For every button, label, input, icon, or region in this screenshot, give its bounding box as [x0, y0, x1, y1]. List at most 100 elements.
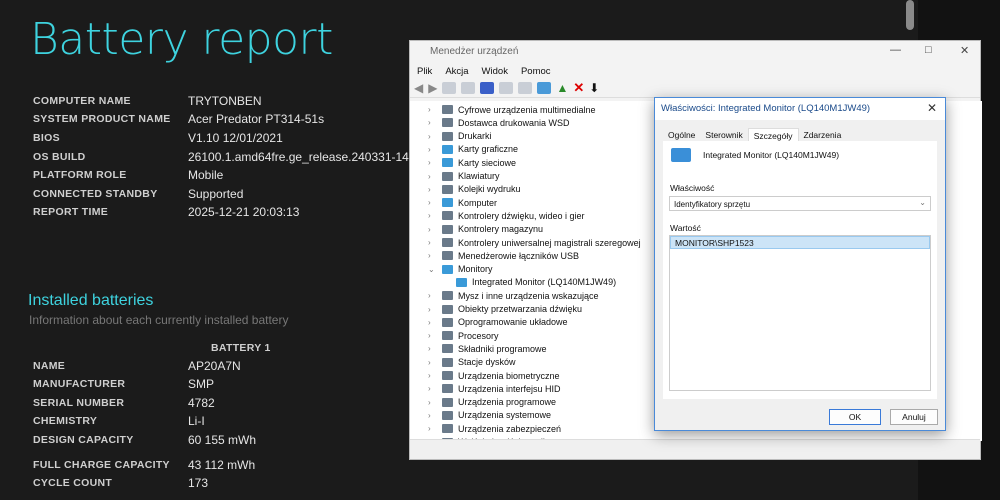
device-category-icon [442, 264, 453, 274]
tree-item[interactable]: › Kontrolery magazynu [410, 223, 543, 236]
field-label: BIOS [33, 132, 60, 144]
tree-item[interactable]: › Oprogramowanie układowe [410, 316, 568, 329]
scan-hardware-icon[interactable] [537, 82, 552, 94]
back-icon[interactable]: ◀ [414, 81, 423, 95]
chevron-right-icon[interactable]: › [428, 291, 438, 300]
tree-item-label: Urządzenia systemowe [458, 410, 552, 421]
chevron-right-icon[interactable]: › [428, 411, 438, 420]
tree-item[interactable]: Integrated Monitor (LQ140M1JW49) [410, 276, 616, 289]
chevron-right-icon[interactable]: › [428, 198, 438, 207]
menu-widok[interactable]: Widok [482, 66, 508, 77]
tree-item-label: Oprogramowanie układowe [458, 317, 568, 328]
tree-item-label: Integrated Monitor (LQ140M1JW49) [472, 277, 617, 288]
add-device-icon[interactable]: ▲ [556, 81, 568, 95]
page-scrollbar[interactable] [906, 0, 914, 30]
chevron-right-icon[interactable]: › [428, 384, 438, 393]
field-label: CYCLE COUNT [33, 477, 113, 489]
tree-item[interactable]: ⌄ Monitory [410, 263, 493, 276]
help-icon[interactable] [480, 82, 495, 94]
device-category-icon [442, 158, 453, 168]
disable-icon[interactable]: ⬇ [589, 81, 599, 95]
toolbar: ◀ ▶ ▲ ✕ ⬇ [410, 79, 980, 98]
minimize-button[interactable]: — [890, 44, 901, 56]
menu-plik[interactable]: Plik [417, 66, 432, 77]
maximize-button[interactable]: □ [925, 44, 932, 56]
forward-icon[interactable]: ▶ [428, 81, 437, 95]
tree-item[interactable]: › Obiekty przetwarzania dźwięku [410, 303, 582, 316]
chevron-right-icon[interactable]: › [428, 371, 438, 380]
tree-item[interactable]: › Komputer [410, 196, 497, 209]
field-label: REPORT TIME [33, 206, 109, 218]
property-select[interactable]: Identyfikatory sprzętu ⌄ [669, 196, 931, 211]
value-list[interactable]: MONITOR\SHP1523 [669, 235, 931, 391]
chevron-right-icon[interactable]: › [428, 118, 438, 127]
dialog-close-button[interactable]: ✕ [927, 101, 937, 115]
tree-item[interactable]: › Kontrolery uniwersalnej magistrali szer… [410, 236, 641, 249]
update-driver-icon[interactable] [518, 82, 533, 94]
cancel-button[interactable]: Anuluj [890, 409, 938, 425]
tree-item[interactable]: › Urządzenia systemowe [410, 409, 551, 422]
tree-item[interactable]: › Procesory [410, 329, 499, 342]
property-label: Właściwość [670, 183, 715, 193]
properties-icon[interactable] [442, 82, 457, 94]
view-icon[interactable] [461, 82, 476, 94]
field-value: V1.10 12/01/2021 [188, 131, 283, 145]
field-value: 60 155 mWh [188, 433, 257, 447]
tree-item[interactable]: › Menedżerowie łączników USB [410, 249, 579, 262]
field-value: Supported [188, 187, 244, 201]
tree-item[interactable]: › Stacje dysków [410, 356, 516, 369]
field-label: SYSTEM PRODUCT NAME [33, 113, 171, 125]
chevron-right-icon[interactable]: › [428, 424, 438, 433]
device-category-icon [442, 105, 453, 114]
field-label: COMPUTER NAME [33, 95, 131, 107]
device-category-icon [442, 184, 453, 194]
uninstall-icon[interactable]: ✕ [573, 80, 584, 96]
chevron-right-icon[interactable]: › [428, 145, 438, 154]
chevron-right-icon[interactable]: › [428, 318, 438, 327]
tree-item[interactable]: › Karty graficzne [410, 143, 518, 156]
menu-pomoc[interactable]: Pomoc [521, 66, 551, 77]
tree-item[interactable]: › Składniki programowe [410, 342, 547, 355]
chevron-right-icon[interactable]: › [428, 331, 438, 340]
field-value: 2025-12-21 20:03:13 [188, 205, 300, 219]
view2-icon[interactable] [499, 82, 514, 94]
device-category-icon [442, 238, 453, 247]
device-category-icon [442, 371, 453, 380]
tree-item[interactable]: › Urządzenia biometryczne [410, 369, 560, 382]
tree-item[interactable]: › Kontrolery dźwięku, wideo i gier [410, 209, 585, 222]
chevron-right-icon[interactable]: › [428, 238, 438, 247]
chevron-right-icon[interactable]: › [428, 211, 438, 220]
chevron-right-icon[interactable]: › [428, 105, 438, 114]
close-button[interactable]: ✕ [960, 44, 969, 57]
chevron-right-icon[interactable]: › [428, 185, 438, 194]
tree-item[interactable]: › Urządzenia zabezpieczeń [410, 422, 561, 435]
device-category-icon [442, 304, 453, 314]
tree-item[interactable]: › Kolejki wydruku [410, 183, 521, 196]
tree-item[interactable]: › Drukarki [410, 130, 492, 143]
chevron-right-icon[interactable]: › [428, 132, 438, 141]
tree-item[interactable]: › Urządzenia interfejsu HID [410, 382, 561, 395]
tree-item[interactable]: › Karty sieciowe [410, 156, 516, 169]
chevron-right-icon[interactable]: › [428, 398, 438, 407]
device-category-icon [442, 317, 453, 327]
device-category-icon [442, 198, 453, 208]
tree-item[interactable]: › Klawiatury [410, 170, 500, 183]
device-category-icon [442, 384, 453, 394]
chevron-right-icon[interactable]: › [428, 358, 438, 367]
field-value: SMP [188, 377, 215, 391]
chevron-right-icon[interactable]: › [428, 344, 438, 353]
chevron-right-icon[interactable]: › [428, 225, 438, 234]
ok-button[interactable]: OK [829, 409, 881, 425]
tree-item[interactable]: › Cyfrowe urządzenia multimedialne [410, 103, 596, 116]
chevron-down-icon[interactable]: ⌄ [428, 265, 438, 274]
details-panel: Integrated Monitor (LQ140M1JW49) Właściw… [663, 141, 937, 399]
chevron-right-icon[interactable]: › [428, 172, 438, 181]
chevron-right-icon[interactable]: › [428, 305, 438, 314]
tree-item[interactable]: › Dostawca drukowania WSD [410, 116, 570, 129]
tree-item[interactable]: › Urządzenia programowe [410, 396, 556, 409]
chevron-right-icon[interactable]: › [428, 158, 438, 167]
chevron-right-icon[interactable]: › [428, 251, 438, 260]
tree-item[interactable]: › Mysz i inne urządzenia wskazujące [410, 289, 599, 302]
menu-akcja[interactable]: Akcja [445, 66, 468, 77]
value-list-item[interactable]: MONITOR\SHP1523 [670, 236, 930, 249]
